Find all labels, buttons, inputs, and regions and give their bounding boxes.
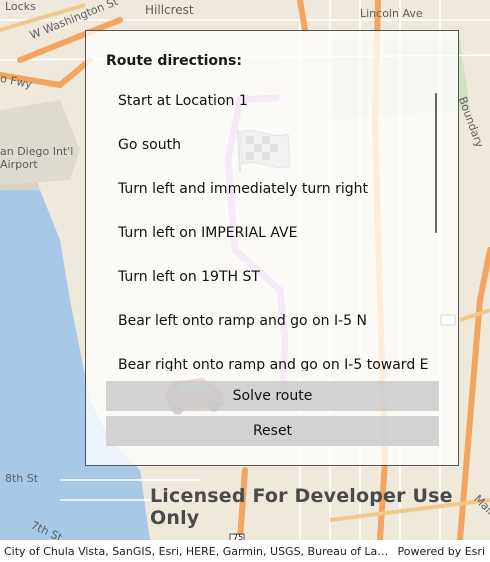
map-label-locks: Locks (5, 0, 36, 13)
attribution-text[interactable]: City of Chula Vista, SanGIS, Esri, HERE,… (4, 545, 394, 558)
reset-button[interactable]: Reset (106, 416, 439, 446)
interstate-shield-75: 75 (233, 533, 244, 540)
map-label-hillcrest: Hillcrest (145, 3, 194, 17)
direction-item[interactable]: Turn left on IMPERIAL AVE (106, 211, 428, 255)
map-label-airport: an Diego Int'l Airport (0, 145, 74, 171)
direction-item[interactable]: Start at Location 1 (106, 79, 428, 123)
developer-watermark: Licensed For Developer Use Only (150, 485, 453, 529)
direction-item[interactable]: Turn left on 19TH ST (106, 255, 428, 299)
direction-item[interactable]: Bear right onto ramp and go on I-5 towar… (106, 343, 428, 371)
route-directions-panel: Route directions: Start at Location 1 Go… (85, 30, 459, 466)
direction-item[interactable]: Turn left and immediately turn right (106, 167, 428, 211)
attribution-bar: City of Chula Vista, SanGIS, Esri, HERE,… (0, 540, 490, 562)
direction-item[interactable]: Go south (106, 123, 428, 167)
directions-scrollbar[interactable] (435, 93, 437, 233)
direction-item[interactable]: Bear left onto ramp and go on I-5 N (106, 299, 428, 343)
map-label-lincoln: Lincoln Ave (360, 7, 423, 20)
solve-route-button[interactable]: Solve route (106, 381, 439, 411)
map-label-eighth: 8th St (5, 472, 39, 485)
directions-list[interactable]: Start at Location 1 Go south Turn left a… (106, 79, 428, 371)
panel-title: Route directions: (106, 53, 242, 69)
powered-by-esri: Powered by Esri (397, 544, 485, 558)
